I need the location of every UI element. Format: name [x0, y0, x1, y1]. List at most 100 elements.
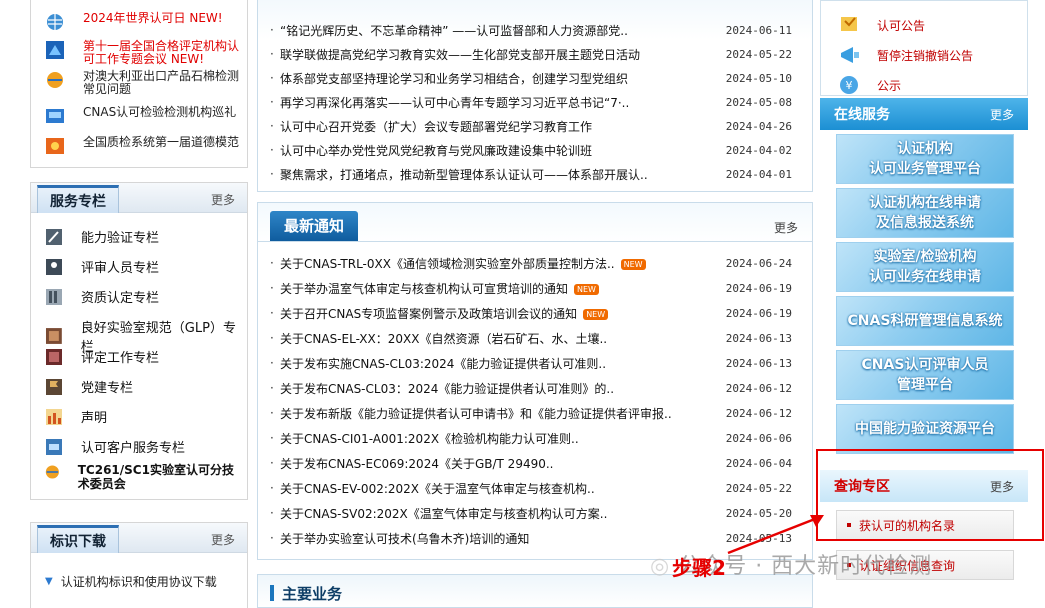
news-title: 联学联做提高党纪学习教育实效——生化部党支部开展主题党日活动	[280, 47, 641, 62]
chart-icon	[46, 408, 62, 425]
news-row[interactable]: · 联学联做提高党纪学习教育实效——生化部党支部开展主题党日活动 2024-05-2…	[270, 42, 802, 66]
globe-icon	[47, 14, 63, 30]
notice-title: 关于发布新版《能力验证提供者认可申请书》和《能力验证提供者评审报..	[280, 406, 672, 421]
news-title: 体系部党支部坚持理论学习和业务学习相结合，创建学习型党组织	[280, 71, 629, 86]
yen-icon: ¥	[840, 76, 858, 94]
service-item[interactable]: 声明	[45, 407, 107, 426]
service-platform-button[interactable]: 认证机构在线申请 及信息报送系统	[836, 188, 1014, 238]
news-row[interactable]: · 再学习再深化再落实——认可中心青年专题学习习近平总书记“7·.. 2024-05…	[270, 90, 802, 114]
service-item[interactable]: 党建专栏	[45, 377, 133, 396]
service-platform-button[interactable]: 认证机构 认可业务管理平台	[836, 134, 1014, 184]
news-title: 认可中心召开党委（扩大）会议专题部署党纪学习教育工作	[280, 119, 593, 134]
notice-date: 2024-06-12	[725, 381, 792, 395]
service-label: 声明	[81, 411, 108, 426]
service-item[interactable]: 能力验证专栏	[45, 227, 159, 246]
news-title: 再学习再深化再落实——认可中心青年专题学习习近平总书记“7·..	[280, 95, 630, 110]
new-badge: NEW	[620, 258, 646, 270]
notice-date: 2024-06-04	[725, 456, 792, 470]
service-platform-button[interactable]: 中国能力验证资源平台	[836, 404, 1014, 454]
panel-title: 服务专栏	[37, 185, 119, 213]
service-item[interactable]: TC261/SC1实验室认可分技术委员会	[45, 463, 245, 491]
notice-date: 2024-06-24	[725, 256, 792, 270]
section-title[interactable]: 主要业务	[282, 583, 342, 604]
announcement-box: 认可公告 暂停注销撤销公告 ¥ 公示	[820, 0, 1028, 96]
notice-title: 关于CNAS-TRL-0XX《通信领域检测实验室外部质量控制方法..	[280, 256, 615, 271]
more-link[interactable]: 更多	[211, 531, 235, 548]
download-item[interactable]: ▼ 认证机构标识和使用协议下载	[45, 573, 217, 590]
service-item[interactable]: 资质认定专栏	[45, 287, 159, 306]
notice-row[interactable]: · 关于发布CNAS-EC069:2024《关于GB/T 29490.. 2024-…	[270, 451, 802, 475]
more-link[interactable]: 更多	[211, 191, 235, 208]
download-panel: 标识下载 更多 ▼ 认证机构标识和使用协议下载	[30, 522, 248, 608]
news-date: 2024-05-10	[725, 71, 792, 85]
service-item[interactable]: 评审人员专栏	[45, 257, 159, 276]
notice-row[interactable]: · 关于CNAS-CI01-A001:202X《检验机构能力认可准则.. 2024-…	[270, 426, 802, 450]
globe-icon	[47, 72, 63, 88]
news-row[interactable]: · 认可中心召开党委（扩大）会议专题部署党纪学习教育工作 2024-04-26	[270, 114, 802, 138]
more-link[interactable]: 更多	[990, 106, 1014, 123]
notice-row[interactable]: · 关于CNAS-TRL-0XX《通信领域检测实验室外部质量控制方法.. NEW 20…	[270, 251, 802, 275]
award-icon	[46, 138, 64, 154]
notice-date: 2024-06-19	[725, 306, 792, 320]
notice-row[interactable]: · 关于召开CNAS专项监督案例警示及政策培训会议的通知 NEW 2024-06-19	[270, 301, 802, 325]
notice-date: 2024-05-22	[725, 481, 792, 495]
download-label: 认证机构标识和使用协议下载	[60, 575, 217, 589]
announcement-item[interactable]: ¥ 公示	[839, 75, 901, 95]
news-row[interactable]: · 体系部党支部坚持理论学习和业务学习相结合，创建学习型党组织 2024-05-10	[270, 66, 802, 90]
featured-item[interactable]: 对澳大利亚出口产品石棉检测常见问题	[45, 70, 245, 96]
news-row[interactable]: · 聚焦需求，打通堵点，推动新型管理体系认证认可——体系部开展认.. 2024-04…	[270, 162, 802, 186]
news-row[interactable]: · “铭记光辉历史、不忘革命精神” ——认可监督部和人力资源部党.. 2024-06…	[270, 18, 802, 42]
announcement-item[interactable]: 认可公告	[839, 15, 925, 35]
announcement-label: 暂停注销撤销公告	[877, 48, 974, 63]
service-platform-button[interactable]: CNAS科研管理信息系统	[836, 296, 1014, 346]
online-service-header: 在线服务 更多	[820, 98, 1028, 130]
service-item[interactable]: 认可客户服务专栏	[45, 437, 185, 456]
news-date: 2024-04-01	[725, 167, 792, 181]
featured-item[interactable]: 第十一届全国合格评定机构认可工作专题会议 NEW!	[45, 40, 245, 66]
section-title: 最新通知	[270, 211, 359, 241]
featured-text: 对澳大利亚出口产品石棉检测常见问题	[83, 69, 240, 96]
notice-title: 关于召开CNAS专项监督案例警示及政策培训会议的通知	[280, 306, 578, 321]
notice-title: 关于CNAS-SV02:202X《温室气体审定与核查机构认可方案..	[280, 506, 608, 521]
panel-header: 标识下载 更多	[31, 523, 247, 553]
notice-row[interactable]: · 关于发布CNAS-CL03：2024《能力验证提供者认可准则》的.. 2024-…	[270, 376, 802, 400]
notice-date: 2024-06-19	[725, 281, 792, 295]
service-platform-button[interactable]: 实验室/检验机构 认可业务在线申请	[836, 242, 1014, 292]
svg-text:¥: ¥	[846, 79, 853, 92]
notice-date: 2024-06-06	[725, 431, 792, 445]
notice-title: 关于CNAS-EL-XX：20XX《自然资源（岩石矿石、水、土壤..	[280, 331, 608, 346]
section-title: 在线服务	[834, 107, 890, 123]
announcement-item[interactable]: 暂停注销撤销公告	[839, 45, 973, 65]
news-date: 2024-06-11	[725, 23, 792, 37]
news-date: 2024-05-08	[725, 95, 792, 109]
flag-icon	[46, 378, 62, 395]
book-icon	[46, 288, 62, 305]
notice-row[interactable]: · 关于CNAS-EL-XX：20XX《自然资源（岩石矿石、水、土壤.. 2024-…	[270, 326, 802, 350]
featured-text: 第十一届全国合格评定机构认可工作专题会议 NEW!	[83, 39, 240, 66]
panel-title: 标识下载	[37, 525, 119, 553]
notice-title: 关于举办实验室认可技术(乌鲁木齐)培训的通知	[280, 531, 530, 546]
news-date: 2024-04-26	[725, 119, 792, 133]
notice-title: 关于举办温室气体审定与核查机构认可宣贯培训的通知	[280, 281, 569, 296]
announcement-label: 公示	[877, 78, 902, 93]
notice-row[interactable]: · 关于举办温室气体审定与核查机构认可宣贯培训的通知 NEW 2024-06-19	[270, 276, 802, 300]
announcement-label: 认可公告	[877, 18, 926, 33]
step-label: 步骤2	[672, 556, 726, 580]
service-label: 评定工作专栏	[81, 351, 160, 366]
more-link[interactable]: 更多	[774, 219, 798, 236]
service-item[interactable]: 评定工作专栏	[45, 347, 159, 366]
people-icon	[46, 258, 62, 275]
notice-row[interactable]: · 关于发布新版《能力验证提供者认可申请书》和《能力验证提供者评审报.. 2024-…	[270, 401, 802, 425]
notice-title: 关于发布CNAS-EC069:2024《关于GB/T 29490..	[280, 456, 554, 471]
service-platform-button[interactable]: CNAS认可评审人员 管理平台	[836, 350, 1014, 400]
featured-text: 全国质检系统第一届道德模范	[83, 135, 240, 149]
featured-item[interactable]: 2024年世界认可日 NEW!	[45, 12, 245, 32]
notice-date: 2024-06-13	[725, 331, 792, 345]
featured-item[interactable]: CNAS认可检验检测机构巡礼	[45, 106, 245, 126]
featured-item[interactable]: 全国质检系统第一届道德模范	[45, 136, 245, 156]
service-panel: 服务专栏 更多 能力验证专栏 评审人员专栏 资质认定专栏 良好实验室规范（GLP…	[30, 182, 248, 500]
notice-row[interactable]: · 关于发布实施CNAS-CL03:2024《能力验证提供者认可准则.. 2024-…	[270, 351, 802, 375]
featured-text: CNAS认可检验检测机构巡礼	[83, 105, 237, 119]
news-row[interactable]: · 认可中心举办党性党风党纪教育与党风廉政建设集中轮训班 2024-04-02	[270, 138, 802, 162]
notice-row[interactable]: · 关于CNAS-EV-002:202X《关于温室气体审定与核查机构.. 2024-…	[270, 476, 802, 500]
